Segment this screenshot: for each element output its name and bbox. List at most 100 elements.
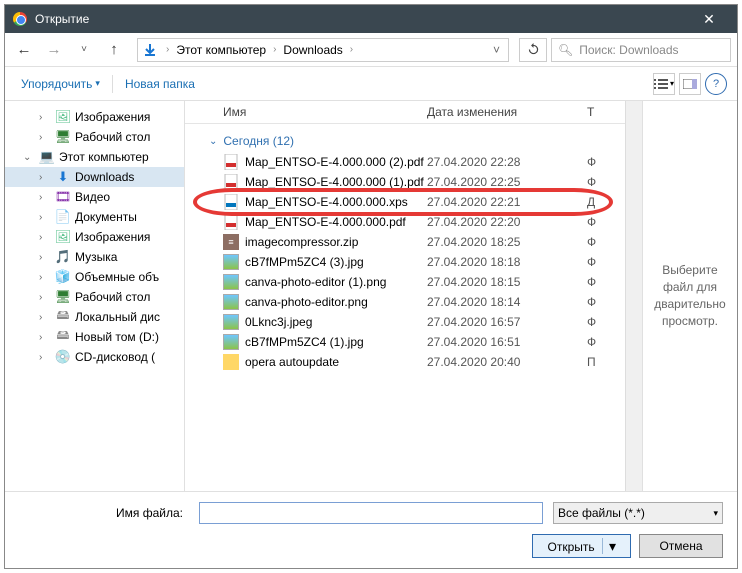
tree-item[interactable]: ›💿CD-дисковод ( bbox=[5, 347, 184, 367]
crumb-folder[interactable]: Downloads bbox=[280, 43, 345, 57]
file-date: 27.04.2020 22:28 bbox=[427, 155, 587, 169]
crumb-pc[interactable]: Этот компьютер bbox=[173, 43, 269, 57]
file-type: Ф bbox=[587, 255, 617, 269]
file-name: canva-photo-editor (1).png bbox=[245, 275, 427, 289]
expand-icon: › bbox=[39, 112, 51, 123]
file-list[interactable]: ⌄ Сегодня (12) Map_ENTSO-E-4.000.000 (2)… bbox=[185, 124, 625, 491]
preview-placeholder: Выберите файл для дварительно просмотр. bbox=[651, 262, 729, 329]
tree-item[interactable]: ›🖴Локальный дис bbox=[5, 307, 184, 327]
expand-icon: › bbox=[39, 292, 51, 303]
expand-icon: › bbox=[39, 332, 51, 343]
view-mode-button[interactable]: ▾ bbox=[653, 73, 675, 95]
chevron-right-icon: › bbox=[269, 44, 280, 55]
images-icon: 🖼 bbox=[55, 229, 71, 245]
preview-pane-button[interactable] bbox=[679, 73, 701, 95]
chevron-right-icon: › bbox=[162, 44, 173, 55]
titlebar: Открытие ✕ bbox=[5, 5, 737, 33]
separator bbox=[112, 75, 113, 93]
expand-icon: › bbox=[39, 172, 51, 183]
file-row[interactable]: cB7fMPm5ZC4 (3).jpg27.04.2020 18:18Ф bbox=[203, 252, 625, 272]
file-row[interactable]: cB7fMPm5ZC4 (1).jpg27.04.2020 16:51Ф bbox=[203, 332, 625, 352]
column-headers[interactable]: Имя Дата изменения Т bbox=[185, 101, 625, 124]
new-folder-button[interactable]: Новая папка bbox=[119, 73, 201, 95]
search-icon: 🔍︎ bbox=[558, 43, 573, 57]
col-date[interactable]: Дата изменения bbox=[427, 105, 587, 119]
cancel-button[interactable]: Отмена bbox=[639, 534, 723, 558]
tree-item[interactable]: ⌄💻Этот компьютер bbox=[5, 147, 184, 167]
group-header-today[interactable]: ⌄ Сегодня (12) bbox=[203, 128, 625, 152]
nav-tree[interactable]: ›🖼Изображения›🖥Рабочий стол⌄💻Этот компью… bbox=[5, 101, 185, 491]
organize-menu[interactable]: Упорядочить▾ bbox=[15, 73, 106, 95]
file-row[interactable]: Map_ENTSO-E-4.000.000.pdf27.04.2020 22:2… bbox=[203, 212, 625, 232]
file-row[interactable]: 0Lknc3j.jpeg27.04.2020 16:57Ф bbox=[203, 312, 625, 332]
file-name: cB7fMPm5ZC4 (3).jpg bbox=[245, 255, 427, 269]
col-name[interactable]: Имя bbox=[223, 105, 427, 119]
command-toolbar: Упорядочить▾ Новая папка ▾ ? bbox=[5, 67, 737, 101]
file-date: 27.04.2020 22:21 bbox=[427, 195, 587, 209]
tree-item-label: Локальный дис bbox=[75, 310, 160, 324]
file-row[interactable]: opera autoupdate27.04.2020 20:40П bbox=[203, 352, 625, 372]
pc-icon: 💻 bbox=[39, 149, 55, 165]
file-row[interactable]: canva-photo-editor (1).png27.04.2020 18:… bbox=[203, 272, 625, 292]
file-date: 27.04.2020 16:51 bbox=[427, 335, 587, 349]
refresh-button[interactable] bbox=[519, 38, 547, 62]
tree-item[interactable]: ›⬇Downloads bbox=[5, 167, 184, 187]
doc-icon: 📄 bbox=[55, 209, 71, 225]
expand-icon: › bbox=[39, 132, 51, 143]
file-type: Ф bbox=[587, 295, 617, 309]
up-button[interactable]: ↑ bbox=[101, 37, 127, 63]
file-type-filter[interactable]: Все файлы (*.*)▾ bbox=[553, 502, 723, 524]
file-date: 27.04.2020 18:14 bbox=[427, 295, 587, 309]
breadcrumb-bar[interactable]: › Этот компьютер › Downloads › ˅ bbox=[137, 38, 509, 62]
tree-item-label: Документы bbox=[75, 210, 137, 224]
zip-icon: ≡ bbox=[223, 234, 239, 250]
tree-item[interactable]: ›🖼Изображения bbox=[5, 107, 184, 127]
image-icon bbox=[223, 334, 239, 350]
file-date: 27.04.2020 18:25 bbox=[427, 235, 587, 249]
main-area: Имя Дата изменения Т ⌄ Сегодня (12) Map_… bbox=[185, 101, 737, 491]
tree-item[interactable]: ›🎞Видео bbox=[5, 187, 184, 207]
pdf-icon bbox=[223, 214, 239, 230]
preview-pane: Выберите файл для дварительно просмотр. bbox=[642, 101, 737, 491]
breadcrumb-dropdown[interactable]: ˅ bbox=[489, 43, 504, 57]
help-button[interactable]: ? bbox=[705, 73, 727, 95]
pdf-icon bbox=[223, 154, 239, 170]
tree-item[interactable]: ›🖼Изображения bbox=[5, 227, 184, 247]
tree-item[interactable]: ›🖥Рабочий стол bbox=[5, 287, 184, 307]
forward-button[interactable]: → bbox=[41, 37, 67, 63]
tree-item-label: Видео bbox=[75, 190, 110, 204]
file-row[interactable]: Map_ENTSO-E-4.000.000 (2).pdf27.04.2020 … bbox=[203, 152, 625, 172]
dl-icon: ⬇ bbox=[55, 169, 71, 185]
open-file-dialog: Открытие ✕ ← → ˅ ↑ › Этот компьютер › Do… bbox=[4, 4, 738, 569]
file-row[interactable]: Map_ENTSO-E-4.000.000.xps27.04.2020 22:2… bbox=[203, 192, 625, 212]
download-arrow-icon bbox=[142, 42, 158, 58]
recent-dropdown[interactable]: ˅ bbox=[71, 37, 97, 63]
file-row[interactable]: canva-photo-editor.png27.04.2020 18:14Ф bbox=[203, 292, 625, 312]
back-button[interactable]: ← bbox=[11, 37, 37, 63]
file-type: Ф bbox=[587, 275, 617, 289]
cd-icon: 💿 bbox=[55, 349, 71, 365]
tree-item-label: Рабочий стол bbox=[75, 130, 150, 144]
tree-item-label: Новый том (D:) bbox=[75, 330, 159, 344]
open-button[interactable]: Открыть ▾ bbox=[532, 534, 631, 558]
tree-item[interactable]: ›📄Документы bbox=[5, 207, 184, 227]
file-date: 27.04.2020 20:40 bbox=[427, 355, 587, 369]
file-type: Ф bbox=[587, 235, 617, 249]
filename-input[interactable] bbox=[199, 502, 543, 524]
file-list-pane: Имя Дата изменения Т ⌄ Сегодня (12) Map_… bbox=[185, 101, 625, 491]
vertical-scrollbar[interactable] bbox=[625, 101, 642, 491]
tree-item[interactable]: ›🎵Музыка bbox=[5, 247, 184, 267]
close-button[interactable]: ✕ bbox=[689, 11, 729, 28]
search-input[interactable]: 🔍︎ Поиск: Downloads bbox=[551, 38, 731, 62]
tree-item[interactable]: ›🖥Рабочий стол bbox=[5, 127, 184, 147]
file-row[interactable]: ≡imagecompressor.zip27.04.2020 18:25Ф bbox=[203, 232, 625, 252]
disk-icon: 🖴 bbox=[55, 309, 71, 325]
file-row[interactable]: Map_ENTSO-E-4.000.000 (1).pdf27.04.2020 … bbox=[203, 172, 625, 192]
dialog-footer: Имя файла: Все файлы (*.*)▾ Открыть ▾ От… bbox=[5, 491, 737, 568]
file-date: 27.04.2020 18:18 bbox=[427, 255, 587, 269]
file-type: Ф bbox=[587, 315, 617, 329]
col-type[interactable]: Т bbox=[587, 105, 617, 119]
tree-item[interactable]: ›🧊Объемные объ bbox=[5, 267, 184, 287]
tree-item[interactable]: ›🖴Новый том (D:) bbox=[5, 327, 184, 347]
tree-item-label: Изображения bbox=[75, 230, 150, 244]
